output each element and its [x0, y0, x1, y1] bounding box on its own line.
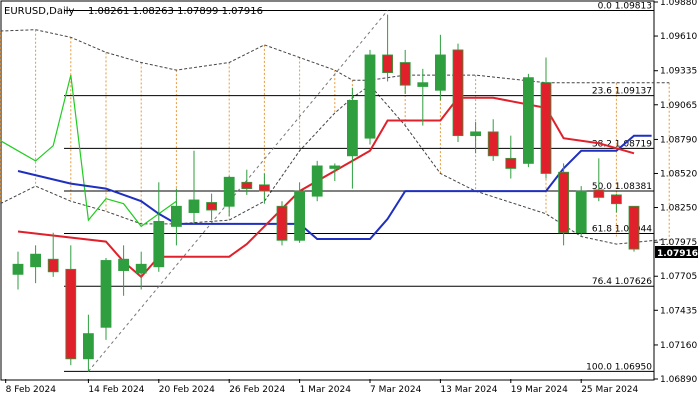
- candle-body-bull: [118, 258, 129, 271]
- time-tick-label: 20 Feb 2024: [159, 385, 215, 395]
- candle-body-bear: [65, 268, 77, 360]
- candle: [452, 43, 464, 142]
- ohlc-label: 1.08261 1.08263 1.07899 1.07916: [88, 6, 263, 17]
- candle: [575, 186, 587, 237]
- candle-body-bull: [364, 54, 376, 139]
- candle-body-bear: [276, 205, 288, 241]
- candle-body-bear: [452, 49, 464, 137]
- price-tick-label: 1.07705: [660, 272, 697, 282]
- price-tick-label: 1.09880: [660, 0, 697, 8]
- candle-body-bear: [540, 82, 552, 174]
- current-price-badge: 1.07916: [655, 246, 698, 259]
- candle-body-bear: [611, 194, 622, 205]
- fib-level-label: 61.8 1.08044: [592, 224, 652, 234]
- price-tick-label: 1.07435: [660, 306, 697, 316]
- price-tick-label: 1.09335: [660, 67, 697, 77]
- candle-body-bull: [135, 263, 147, 274]
- candle-body-bear: [47, 258, 59, 273]
- candle-body-bear: [505, 157, 517, 169]
- time-tick-label: 25 Mar 2024: [581, 385, 638, 395]
- candle: [294, 182, 306, 243]
- candle-body-bull: [294, 190, 306, 241]
- candle: [558, 163, 569, 246]
- candle-body-bull: [30, 253, 42, 268]
- price-tick-label: 1.07160: [660, 341, 697, 351]
- time-tick-label: 13 Mar 2024: [440, 385, 497, 395]
- fib-level-label: 0.0 1.09813: [598, 1, 652, 11]
- symbol-label: EURUSD,Daily: [4, 6, 75, 17]
- price-tick-label: 1.08250: [660, 204, 697, 214]
- fib-level-label: 76.4 1.07626: [592, 277, 652, 287]
- candle: [364, 49, 376, 145]
- candle-body-bull: [170, 205, 182, 227]
- candle-body-bull: [434, 54, 446, 91]
- time-tick-label: 14 Feb 2024: [88, 385, 144, 395]
- price-tick-label: 1.08520: [660, 169, 697, 179]
- candle-body-bear: [382, 54, 394, 74]
- price-tick-label: 1.08790: [660, 135, 697, 145]
- price-tick-label: 1.06890: [660, 375, 697, 385]
- chart-canvas: 0.0 1.0981323.6 1.0913738.2 1.0871950.0 …: [0, 0, 700, 400]
- candle: [100, 257, 112, 340]
- candle-body-bear: [628, 205, 640, 250]
- candle-body-bull: [329, 165, 341, 169]
- candle-body-bear: [593, 189, 605, 198]
- candle-body-bull: [153, 220, 165, 268]
- candle-body-bull: [12, 263, 24, 275]
- candle-body-bull: [575, 190, 587, 234]
- candle-body-bull: [311, 165, 323, 197]
- candle-body-bull: [523, 77, 534, 164]
- candle: [276, 201, 288, 246]
- chart-header: EURUSD,Daily 1.08261 1.08263 1.07899 1.0…: [4, 6, 263, 17]
- candle-body-bull: [83, 333, 94, 360]
- candle-body-bull: [188, 199, 200, 213]
- candle-body-bear: [399, 62, 411, 86]
- candle-body-bull: [100, 260, 112, 328]
- candle: [628, 205, 640, 252]
- candle: [311, 160, 323, 202]
- candle-body-bear: [558, 171, 569, 234]
- price-tick-label: 1.09065: [660, 101, 697, 111]
- price-tick-label: 1.09610: [660, 32, 697, 42]
- candle-body-bear: [487, 131, 499, 157]
- time-tick-label: 8 Feb 2024: [6, 385, 57, 395]
- candle-body-bear: [241, 181, 253, 190]
- time-tick-label: 7 Mar 2024: [370, 385, 422, 395]
- fib-level-label: 23.6 1.09137: [592, 87, 652, 97]
- candle-body-bull: [223, 176, 235, 207]
- time-tick-label: 26 Feb 2024: [229, 385, 285, 395]
- candle-body-bull: [470, 131, 482, 137]
- candle-body-bull: [346, 99, 358, 157]
- candle-body-bear: [258, 184, 270, 192]
- candle: [523, 73, 534, 168]
- candle-body-bear: [206, 202, 218, 211]
- fib-level-label: 100.0 1.06950: [586, 362, 652, 372]
- time-tick-label: 1 Mar 2024: [300, 385, 352, 395]
- time-tick-label: 19 Mar 2024: [511, 385, 568, 395]
- current-price-value: 1.07916: [657, 249, 698, 259]
- candle-body-bull: [417, 82, 429, 87]
